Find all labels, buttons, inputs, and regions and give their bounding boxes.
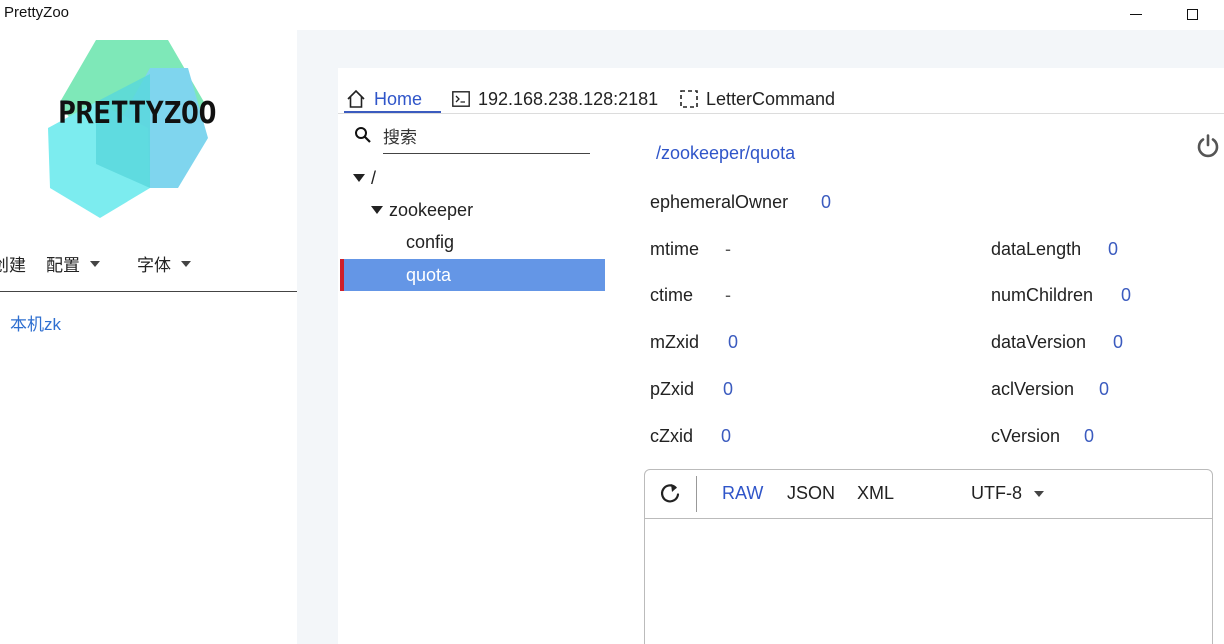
stat-value-num-children: 0 xyxy=(1121,285,1132,305)
home-icon xyxy=(347,89,365,108)
stat-value-data-length: 0 xyxy=(1108,239,1119,259)
stat-label-acl-version: aclVersion xyxy=(991,379,1075,399)
config-menu-label: 配置 xyxy=(46,256,80,275)
font-menu-label: 字体 xyxy=(137,256,171,275)
terminal-icon xyxy=(452,91,470,107)
window-title: PrettyZoo xyxy=(4,4,70,21)
hexagon-logo-icon xyxy=(48,40,208,218)
stat-value-mtime: - xyxy=(725,239,731,259)
tab-home-label: Home xyxy=(374,88,423,109)
charset-value: UTF-8 xyxy=(971,483,1022,503)
format-xml-button[interactable]: XML xyxy=(857,483,894,504)
tab-home[interactable]: Home xyxy=(346,84,422,114)
tree-node-label: / xyxy=(371,167,377,188)
format-raw-button[interactable]: RAW xyxy=(722,483,763,504)
sidebar: PRETTYZOO 创建 配置 字体 本机zk xyxy=(0,30,297,644)
command-icon xyxy=(680,90,698,108)
divider xyxy=(0,291,297,292)
stat-label-ctime: ctime xyxy=(650,285,694,305)
maximize-icon xyxy=(1186,8,1198,20)
node-data-textarea[interactable] xyxy=(648,522,1208,642)
selection-marker xyxy=(340,259,344,291)
tree-node-label: zookeeper xyxy=(389,199,474,220)
stat-value-data-version: 0 xyxy=(1113,332,1124,352)
stat-label-data-version: dataVersion xyxy=(991,332,1087,352)
stat-label-c-version: cVersion xyxy=(991,426,1061,446)
tab-letter-command[interactable]: LetterCommand xyxy=(680,84,835,114)
expanded-triangle-icon xyxy=(371,206,383,214)
tabs-divider xyxy=(338,113,1224,114)
tree-node-quota[interactable]: quota xyxy=(406,259,451,291)
charset-select[interactable]: UTF-8 xyxy=(971,483,1044,504)
stat-value-mzxid: 0 xyxy=(728,332,739,352)
search-input[interactable] xyxy=(383,122,590,154)
tree-node-zookeeper[interactable]: zookeeper xyxy=(371,194,473,226)
maximize-button[interactable] xyxy=(1172,2,1212,26)
chevron-down-icon xyxy=(1034,490,1044,497)
server-list-item[interactable]: 本机zk xyxy=(10,310,61,335)
config-menu[interactable]: 配置 xyxy=(46,251,100,276)
stat-label-mzxid: mZxid xyxy=(650,332,699,352)
search-icon xyxy=(355,127,371,143)
stat-value-acl-version: 0 xyxy=(1099,379,1110,399)
stat-label-num-children: numChildren xyxy=(991,285,1094,305)
stat-value-czxid: 0 xyxy=(721,426,732,446)
stat-value-c-version: 0 xyxy=(1084,426,1095,446)
chevron-down-icon xyxy=(181,260,191,267)
tree-node-label: config xyxy=(406,231,455,252)
reload-icon[interactable] xyxy=(659,482,683,508)
power-icon[interactable] xyxy=(1195,133,1221,159)
font-menu[interactable]: 字体 xyxy=(137,251,191,276)
title-bar: PrettyZoo xyxy=(0,0,1224,30)
stat-label-pzxid: pZxid xyxy=(650,379,695,399)
expanded-triangle-icon xyxy=(353,174,365,182)
stat-label-czxid: cZxid xyxy=(650,426,694,446)
minimize-icon xyxy=(1130,13,1142,15)
logo-text: PRETTYZOO xyxy=(58,96,217,131)
stat-value-ctime: - xyxy=(725,285,731,305)
stat-value-ephemeral-owner: 0 xyxy=(821,192,832,212)
tree-selection-highlight xyxy=(340,259,605,291)
format-json-button[interactable]: JSON xyxy=(787,483,835,504)
sidebar-menu: 创建 配置 字体 xyxy=(0,248,297,276)
tab-server[interactable]: 192.168.238.128:2181 xyxy=(452,84,658,114)
new-menu-label: 创建 xyxy=(0,256,26,275)
new-menu[interactable]: 创建 xyxy=(0,251,26,276)
editor-toolbar-divider xyxy=(644,518,1213,519)
tab-letter-command-label: LetterCommand xyxy=(706,88,836,109)
stat-label-ephemeral-owner: ephemeralOwner xyxy=(650,192,789,212)
chevron-down-icon xyxy=(90,260,100,267)
tab-server-label: 192.168.238.128:2181 xyxy=(478,88,659,109)
minimize-button[interactable] xyxy=(1116,2,1156,26)
node-path: /zookeeper/quota xyxy=(656,143,796,163)
stat-label-data-length: dataLength xyxy=(991,239,1082,259)
stat-value-pzxid: 0 xyxy=(723,379,734,399)
tree-node-config[interactable]: config xyxy=(406,226,454,258)
stat-label-mtime: mtime xyxy=(650,239,699,259)
tree-node-label: quota xyxy=(406,264,452,285)
toolbar-separator xyxy=(696,476,697,512)
tree-node-root[interactable]: / xyxy=(353,162,376,194)
